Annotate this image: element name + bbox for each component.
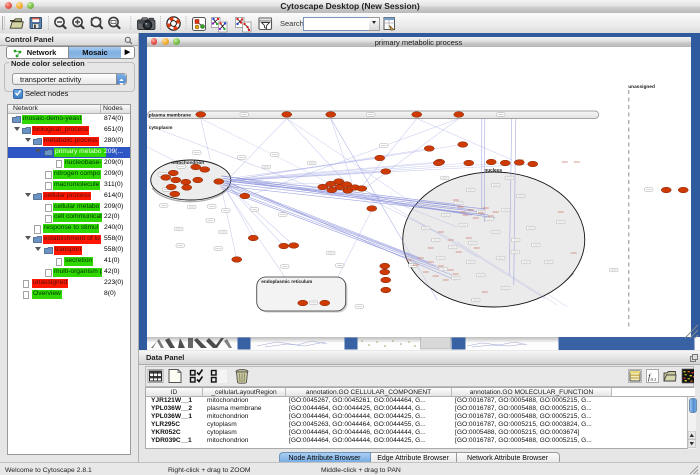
svg-text:mitochondrion: mitochondrion: [171, 160, 204, 165]
svg-text:unassigned: unassigned: [628, 84, 655, 90]
svg-text:endoplasmic reticulum: endoplasmic reticulum: [261, 279, 312, 284]
svg-text:cytoplasm: cytoplasm: [148, 125, 172, 131]
svg-text:f₀₁: f₀₁: [648, 372, 656, 382]
svg-text:plasma membrane: plasma membrane: [148, 113, 190, 119]
svg-text:nucleus: nucleus: [484, 168, 502, 173]
